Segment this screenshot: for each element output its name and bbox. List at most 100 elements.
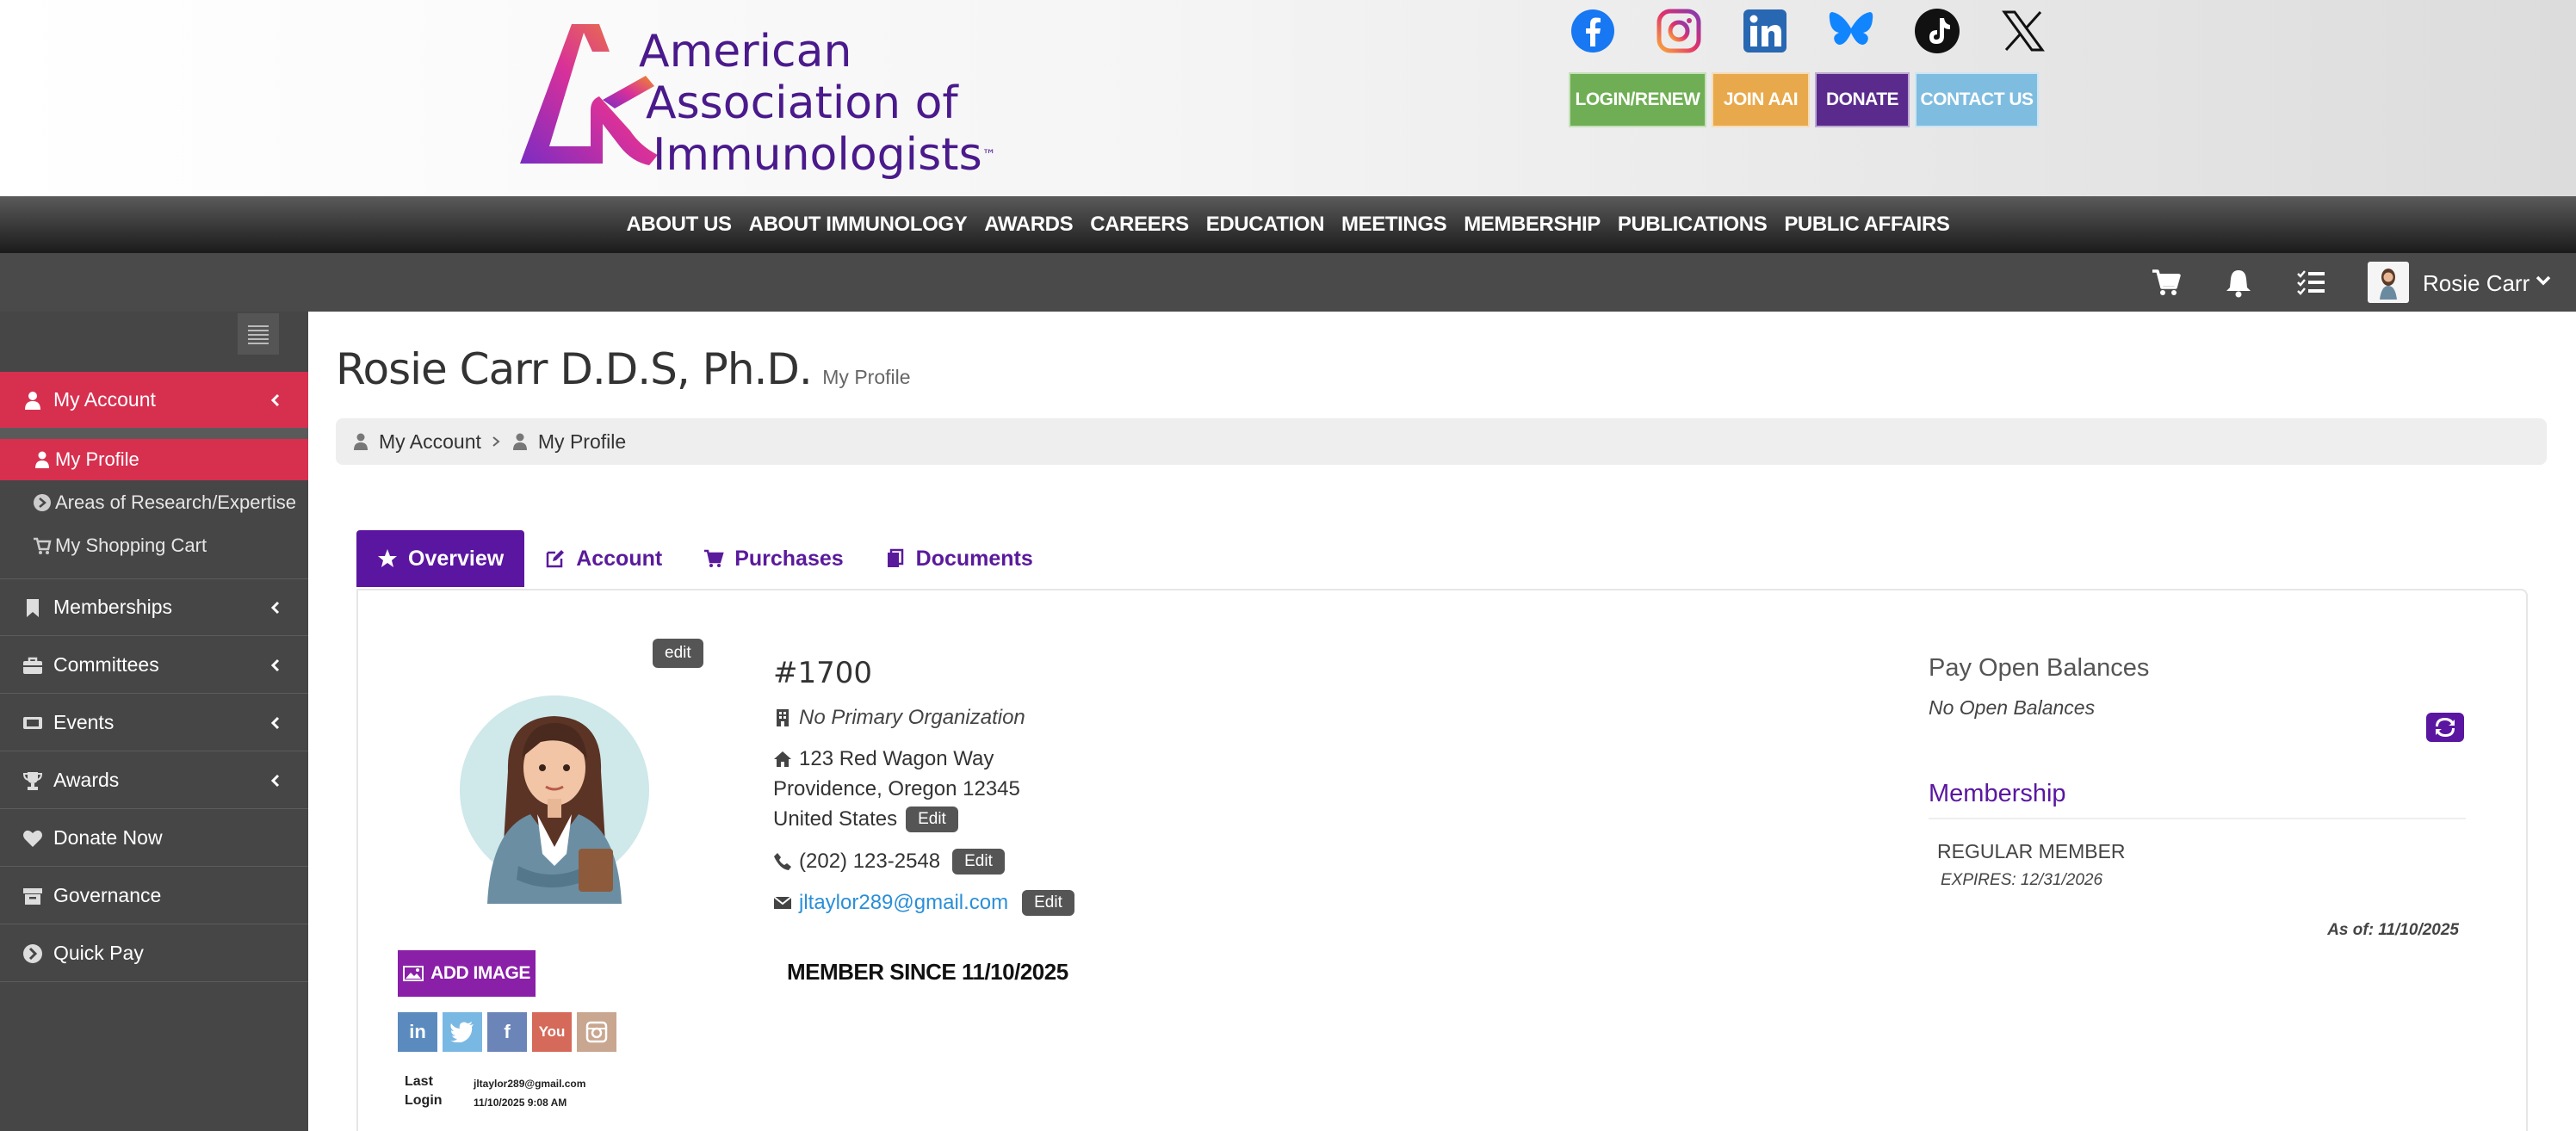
tab-account[interactable]: Account [524,530,683,587]
email-line: jltaylor289@gmail.com Edit [773,890,1074,916]
member-since: MEMBER SINCE 11/10/2025 [787,959,1068,985]
site-header: American Association of Immunologists™ L… [0,0,2576,196]
edit-avatar-button[interactable]: edit [653,639,703,668]
logo-line-1: American [639,26,852,77]
open-balances: Pay Open Balances No Open Balances [1929,654,2466,720]
profile-social-links: in f You [398,1012,616,1052]
user-icon [35,451,49,468]
page-subtitle: My Profile [822,366,911,388]
membership-as-of: As of: 11/10/2025 [2327,921,2459,939]
contact-us-button[interactable]: CONTACT US [1915,72,2039,127]
cart-icon [704,549,724,567]
nav-awards[interactable]: AWARDS [984,213,1073,237]
chevron-left-icon [270,716,280,729]
sidebar-subitem-label: My Profile [55,448,139,470]
phone-line: (202) 123-2548 Edit [773,849,1005,875]
aai-logo[interactable]: American Association of Immunologists™ [520,17,1019,181]
social-links [1569,7,2047,59]
nav-public-affairs[interactable]: PUBLIC AFFAIRS [1784,213,1950,237]
nav-about-us[interactable]: ABOUT US [627,213,733,237]
phone-text: (202) 123-2548 [799,850,941,873]
sidebar-divider [0,429,308,439]
login-renew-button[interactable]: LOGIN/RENEW [1569,72,1706,127]
nav-meetings[interactable]: MEETINGS [1341,213,1447,237]
chevron-down-icon[interactable] [2535,272,2552,289]
edit-address-button[interactable]: Edit [906,807,958,832]
email-link[interactable]: jltaylor289@gmail.com [799,891,1008,915]
user-bar: Rosie Carr [0,253,2576,312]
address-line-1: 123 Red Wagon Way [773,747,994,771]
add-image-button[interactable]: ADD IMAGE [398,950,536,997]
nav-membership[interactable]: MEMBERSHIP [1464,213,1601,237]
linkedin-icon[interactable]: in [398,1012,437,1052]
building-icon [777,709,789,726]
tiktok-icon[interactable] [1913,7,1961,55]
sidebar-toggle-button[interactable] [238,313,279,355]
logo-line-3-text: Immunologists [653,129,982,181]
aai-logo-text: American Association of Immunologists™ [639,26,996,181]
nav-careers[interactable]: CAREERS [1090,213,1189,237]
heart-icon [23,830,42,847]
bell-icon[interactable] [2223,267,2254,298]
address-line-1-text: 123 Red Wagon Way [799,747,994,770]
primary-organization: No Primary Organization [773,706,1025,730]
sidebar-item-my-account[interactable]: My Account [0,372,308,429]
instagram-icon[interactable] [577,1012,616,1052]
trademark: ™ [981,146,996,163]
donate-button[interactable]: DONATE [1815,72,1910,127]
nav-about-immunology[interactable]: ABOUT IMMUNOLOGY [749,213,968,237]
nav-education[interactable]: EDUCATION [1206,213,1325,237]
x-icon[interactable] [1999,7,2047,55]
user-avatar[interactable] [2368,262,2409,303]
tab-purchases[interactable]: Purchases [683,530,864,587]
arrow-circle-icon [34,494,51,511]
tab-overview[interactable]: Overview [356,530,525,587]
sidebar-subitem-my-shopping-cart[interactable]: My Shopping Cart [0,525,308,566]
edit-phone-button[interactable]: Edit [952,849,1005,875]
breadcrumb-my-account[interactable]: My Account [379,430,481,454]
sidebar-item-events[interactable]: Events [0,695,308,751]
arrow-circle-icon [23,943,42,963]
tasks-icon[interactable] [2295,267,2326,298]
sidebar-item-label: Committees [53,653,159,676]
briefcase-icon [23,657,42,674]
nav-publications[interactable]: PUBLICATIONS [1618,213,1768,237]
facebook-icon[interactable]: f [487,1012,527,1052]
join-aai-button[interactable]: JOIN AAI [1712,72,1810,127]
header-actions: LOGIN/RENEW JOIN AAI DONATE CONTACT US [1569,72,2039,127]
sidebar-item-awards[interactable]: Awards [0,752,308,809]
tab-label: Documents [915,546,1033,571]
instagram-icon[interactable] [1655,7,1703,55]
sidebar-item-governance[interactable]: Governance [0,868,308,924]
cart-icon[interactable] [2151,267,2182,298]
youtube-icon[interactable]: You [532,1012,572,1052]
last-login-time: 11/10/2025 9:08 AM [474,1097,567,1109]
sidebar-subitem-my-profile[interactable]: My Profile [0,439,308,480]
linkedin-icon[interactable] [1741,7,1789,55]
twitter-icon[interactable] [443,1012,482,1052]
sidebar-item-committees[interactable]: Committees [0,637,308,694]
avatar-thumb-icon [2380,269,2397,300]
user-name[interactable]: Rosie Carr [2423,270,2530,297]
tab-documents[interactable]: Documents [864,530,1054,587]
last-login-email: jltaylor289@gmail.com [474,1078,586,1090]
sidebar-item-quick-pay[interactable]: Quick Pay [0,925,308,982]
main-nav: ABOUT US ABOUT IMMUNOLOGY AWARDS CAREERS… [0,196,2576,253]
profile-tabs: Overview Account Purchases Documents [356,530,1054,589]
address-line-2: Providence, Oregon 12345 [773,777,1020,800]
chevron-left-icon [270,601,280,614]
refresh-icon [2436,718,2455,737]
documents-icon [887,548,903,567]
envelope-icon [773,896,792,909]
sidebar-subitem-areas-of-research[interactable]: Areas of Research/Expertise [0,482,308,523]
sidebar-item-memberships[interactable]: Memberships [0,579,308,636]
facebook-icon[interactable] [1569,7,1617,55]
tab-label: Account [576,546,663,571]
logo-line-3: Immunologists™ [653,129,996,181]
address-line-3: United States Edit [773,807,958,832]
member-number: #1700 [773,656,873,690]
bluesky-icon[interactable] [1827,7,1875,55]
edit-email-button[interactable]: Edit [1022,890,1074,916]
sidebar-item-donate-now[interactable]: Donate Now [0,810,308,867]
refresh-balances-button[interactable] [2426,713,2464,742]
